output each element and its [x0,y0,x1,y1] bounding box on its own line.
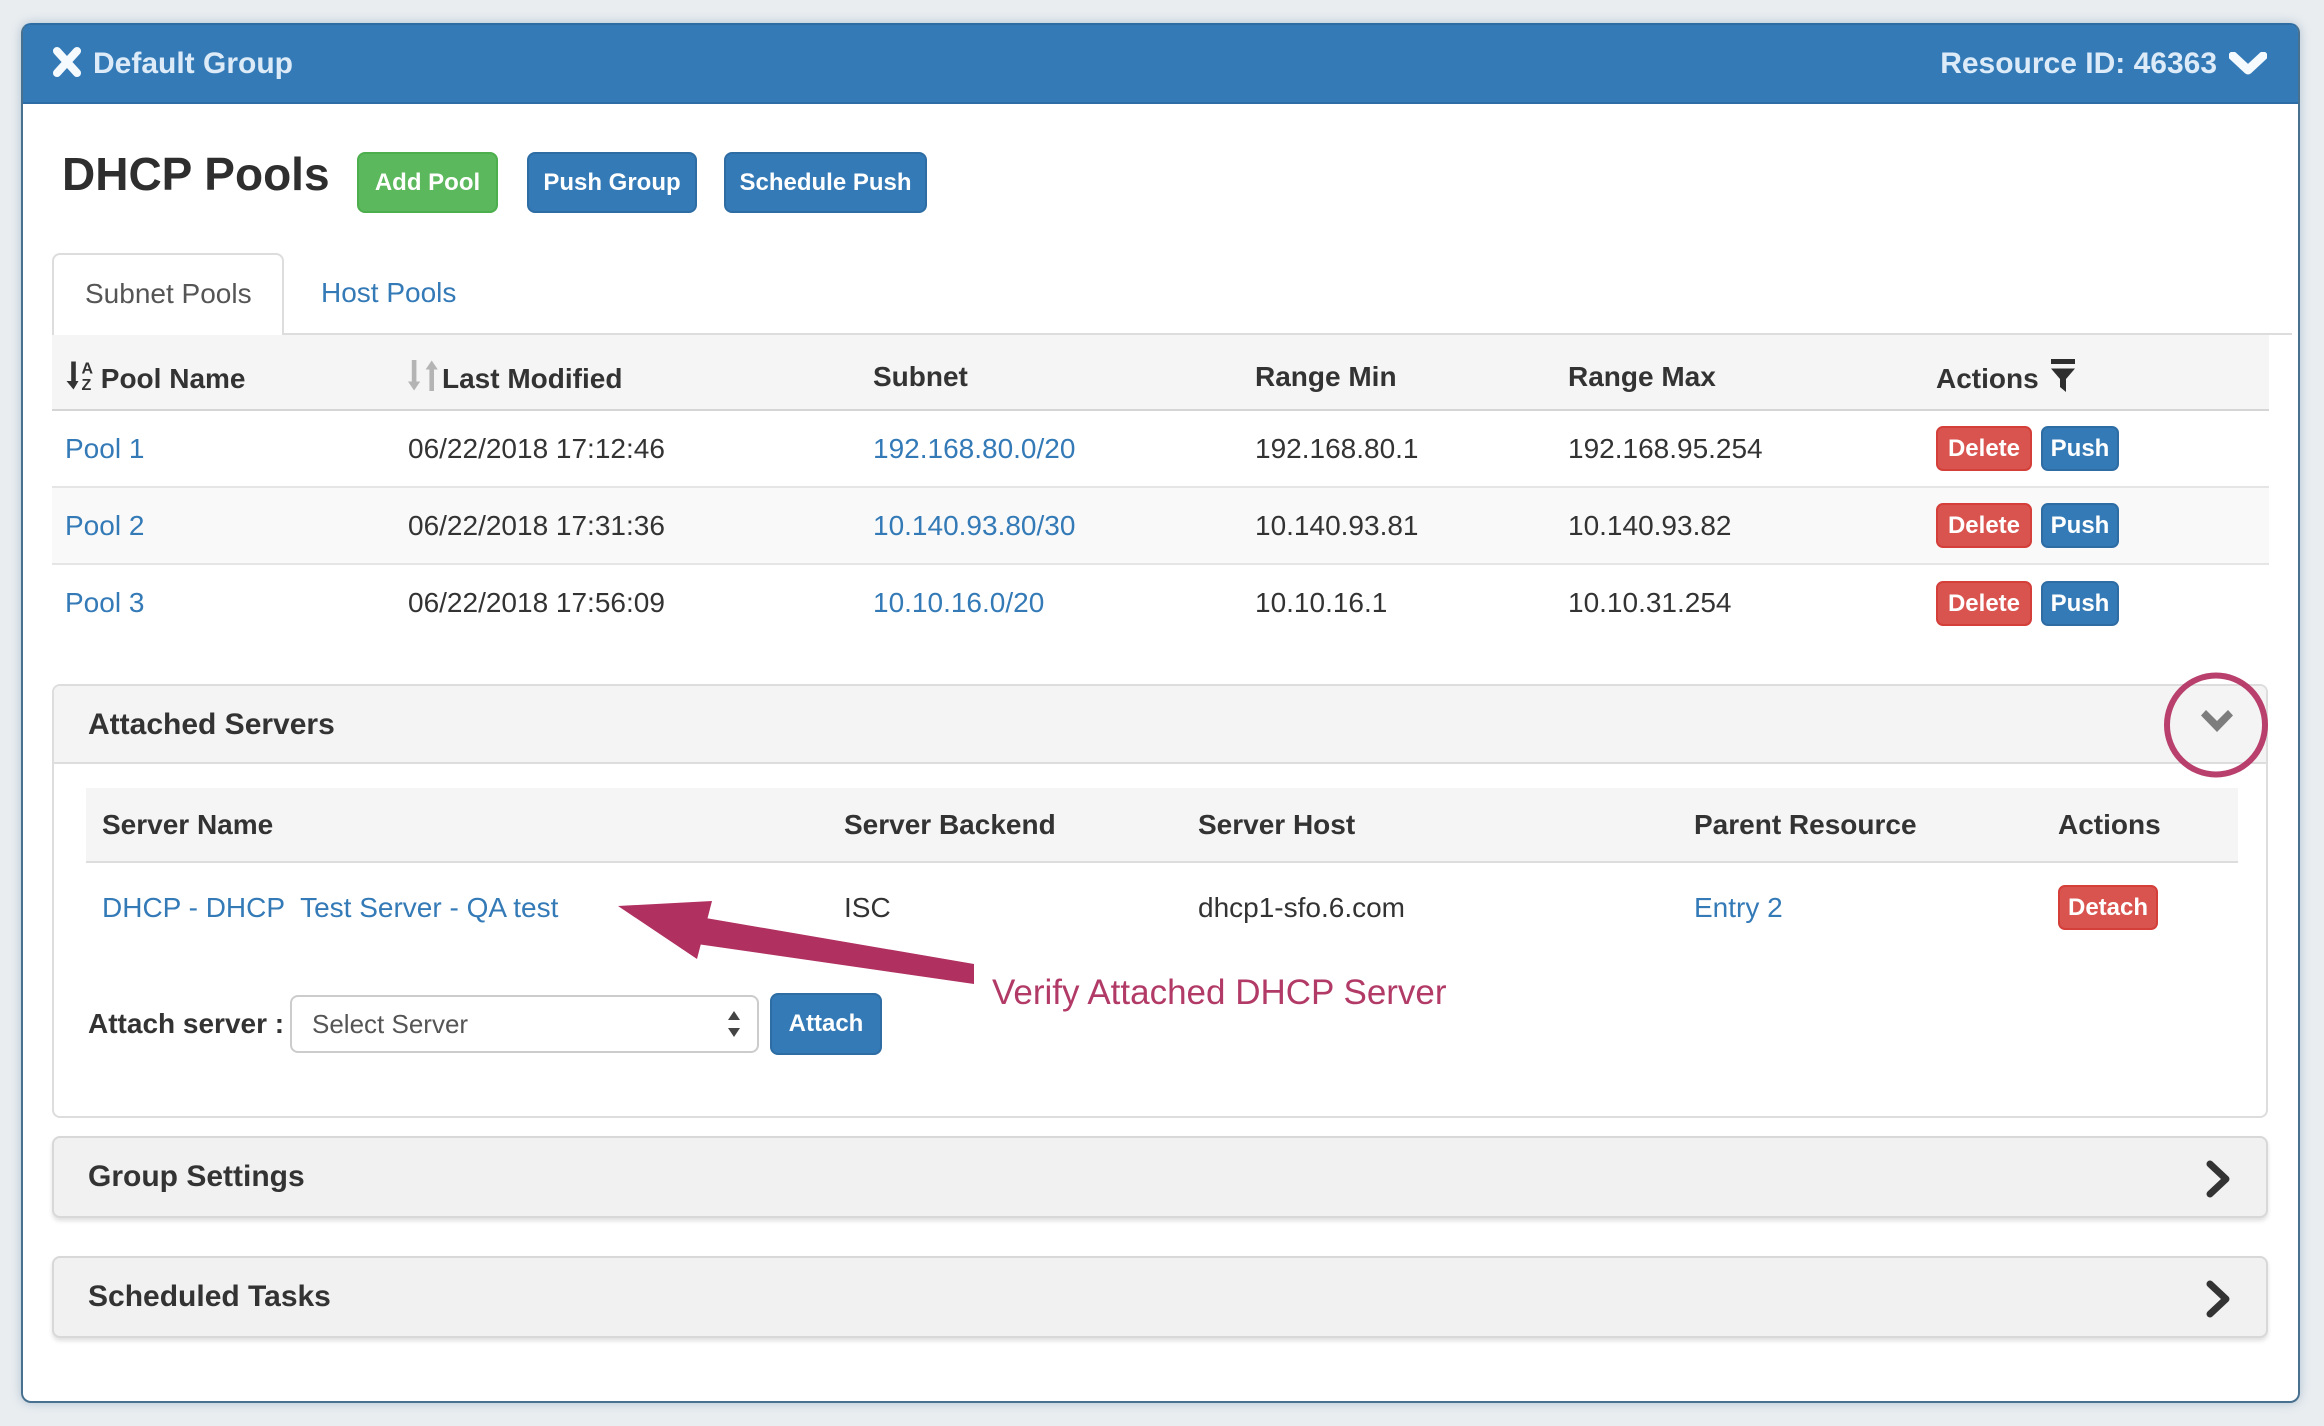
svg-text:A: A [82,360,94,377]
svg-text:Z: Z [82,377,92,392]
